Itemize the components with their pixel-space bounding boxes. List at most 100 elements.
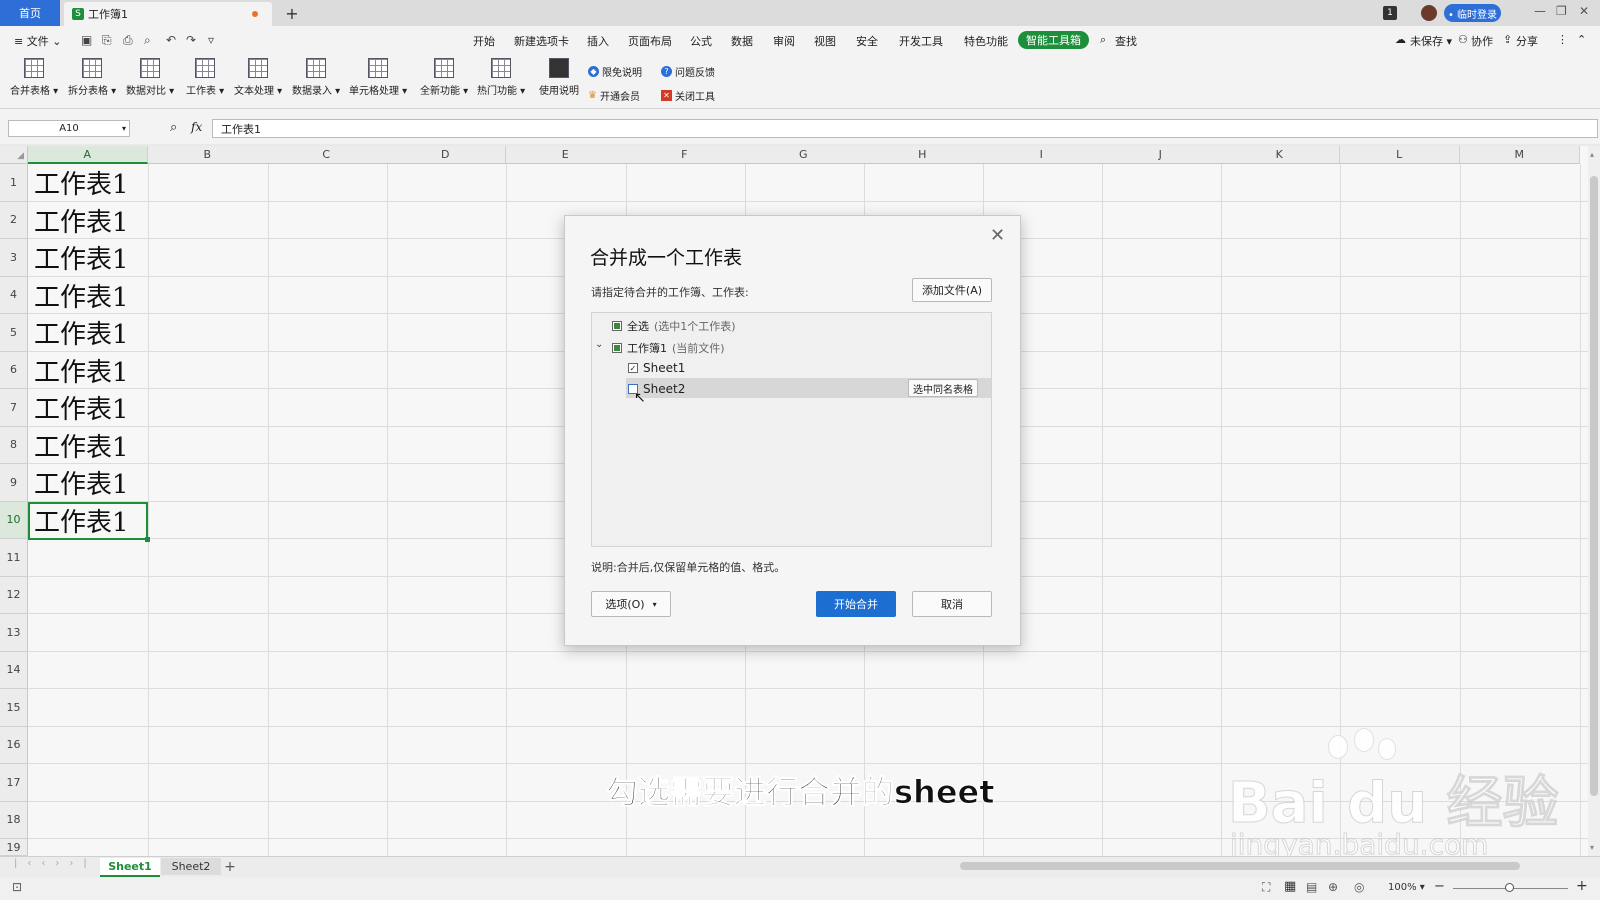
sheet-nav-arrows-icon[interactable]: |‹‹››| [14, 858, 97, 869]
column-header-d[interactable]: D [386, 146, 506, 164]
column-header-a[interactable]: A [28, 146, 148, 164]
page-break-view-icon[interactable]: ⊕ [1328, 880, 1338, 894]
dialog-close-button[interactable]: ✕ [990, 225, 1005, 246]
row-header-5[interactable]: 5 [0, 314, 28, 352]
cell-a3[interactable]: 工作表1 [34, 239, 129, 276]
column-header-e[interactable]: E [506, 146, 626, 164]
select-all-corner[interactable]: ◢ [0, 146, 28, 164]
menu-features[interactable]: 特色功能 [964, 33, 1008, 49]
scroll-down-icon[interactable]: ▾ [1590, 843, 1594, 852]
row-header-9[interactable]: 9 [0, 464, 28, 502]
select-all-checkbox[interactable] [612, 321, 622, 331]
minimize-button[interactable]: — [1534, 4, 1546, 18]
menu-formulas[interactable]: 公式 [690, 33, 712, 49]
scroll-up-icon[interactable]: ▴ [1590, 150, 1594, 159]
page-layout-view-icon[interactable]: ▤ [1306, 880, 1317, 894]
usage-guide-button[interactable]: 使用说明 [539, 58, 579, 97]
options-button[interactable]: 选项(O) ▾ [591, 591, 671, 617]
menu-new-tab[interactable]: 新建选项卡 [514, 33, 569, 49]
row-header-8[interactable]: 8 [0, 426, 28, 464]
row-header-12[interactable]: 12 [0, 576, 28, 614]
free-info-link[interactable]: ◆ 限免说明 [588, 64, 642, 79]
print-preview-icon[interactable]: ⌕ [144, 33, 151, 48]
cell-a9[interactable]: 工作表1 [34, 464, 129, 501]
row-header-13[interactable]: 13 [0, 614, 28, 652]
tree-sheet1[interactable]: ✓ Sheet1 [628, 361, 685, 375]
menu-home[interactable]: 开始 [473, 33, 495, 49]
column-header-l[interactable]: L [1340, 146, 1460, 164]
new-features-button[interactable]: 全新功能 ▾ [420, 58, 468, 97]
export-icon[interactable]: ⎘ [102, 33, 112, 48]
cell-a8[interactable]: 工作表1 [34, 427, 129, 464]
customize-chevron-icon[interactable]: ▿ [208, 33, 214, 47]
save-icon[interactable]: ▣ [81, 33, 92, 47]
row-header-4[interactable]: 4 [0, 276, 28, 314]
zoom-lookup-icon[interactable]: ⌕ [170, 120, 177, 135]
temp-login-button[interactable]: • 临时登录 [1444, 4, 1501, 22]
select-same-name-button[interactable]: 选中同名表格 [908, 379, 978, 397]
row-header-10[interactable]: 10 [0, 501, 28, 539]
close-window-button[interactable]: ✕ [1579, 4, 1589, 18]
row-header-11[interactable]: 11 [0, 539, 28, 577]
more-icon[interactable]: ⋮ [1557, 33, 1568, 46]
row-header-15[interactable]: 15 [0, 689, 28, 727]
workbook-checkbox[interactable] [612, 343, 622, 353]
search-icon[interactable]: ⌕ [1100, 33, 1106, 47]
cell-a2[interactable]: 工作表1 [34, 202, 129, 239]
macro-record-icon[interactable]: ⊡ [12, 880, 22, 894]
share-button[interactable]: 分享 [1516, 33, 1538, 49]
row-header-16[interactable]: 16 [0, 726, 28, 764]
menu-developer[interactable]: 开发工具 [899, 33, 943, 49]
print-icon[interactable]: ⎙ [123, 33, 133, 48]
window-count-badge[interactable]: 1 [1383, 6, 1397, 20]
row-header-6[interactable]: 6 [0, 351, 28, 389]
cell-a5[interactable]: 工作表1 [34, 314, 129, 351]
menu-data[interactable]: 数据 [731, 33, 753, 49]
menu-smart-toolbox[interactable]: 智能工具箱 [1018, 31, 1089, 49]
column-header-f[interactable]: F [625, 146, 745, 164]
cell-process-button[interactable]: 单元格处理 ▾ [349, 58, 407, 97]
unsaved-status[interactable]: 未保存 ▾ [1410, 33, 1452, 49]
fill-handle[interactable] [145, 537, 150, 542]
hot-features-button[interactable]: 热门功能 ▾ [477, 58, 525, 97]
avatar[interactable] [1421, 5, 1437, 21]
tree-select-all[interactable]: 全选 (选中1个工作表) [612, 318, 736, 334]
start-merge-button[interactable]: 开始合并 [816, 591, 896, 617]
column-header-g[interactable]: G [744, 146, 864, 164]
menu-review[interactable]: 审阅 [773, 33, 795, 49]
text-process-button[interactable]: 文本处理 ▾ [234, 58, 282, 97]
close-tools-link[interactable]: ✕ 关闭工具 [661, 88, 715, 103]
row-header-1[interactable]: 1 [0, 164, 28, 202]
cell-a7[interactable]: 工作表1 [34, 389, 129, 426]
zoom-out-button[interactable]: − [1434, 879, 1445, 894]
row-header-18[interactable]: 18 [0, 801, 28, 839]
name-box[interactable]: A10 ▾ [8, 120, 130, 137]
row-header-19[interactable]: 19 [0, 839, 28, 856]
add-file-button[interactable]: 添加文件(A) [912, 278, 992, 302]
eye-protect-icon[interactable]: ◎ [1354, 880, 1364, 894]
collab-button[interactable]: 协作 [1471, 33, 1493, 49]
zoom-level[interactable]: 100% ▾ [1388, 882, 1425, 893]
cell-a6[interactable]: 工作表1 [34, 352, 129, 389]
formula-input[interactable]: 工作表1 [212, 119, 1598, 138]
feedback-link[interactable]: ? 问题反馈 [661, 64, 715, 79]
worksheet-button[interactable]: 工作表 ▾ [186, 58, 224, 97]
column-header-b[interactable]: B [148, 146, 268, 164]
menu-view[interactable]: 视图 [814, 33, 836, 49]
home-tab[interactable]: 首页 [0, 0, 60, 26]
selected-cell-outline[interactable] [28, 502, 150, 542]
fx-icon[interactable]: fx [191, 120, 202, 134]
column-header-c[interactable]: C [267, 146, 387, 164]
expand-chevron-icon[interactable]: ⌄ [595, 339, 603, 350]
document-tab[interactable]: S 工作簿1 [64, 2, 272, 26]
file-menu[interactable]: ≡ 文件 ⌄ [14, 33, 61, 49]
sheet-tab-sheet2[interactable]: Sheet2 [161, 858, 221, 875]
undo-icon[interactable]: ↶ [166, 33, 176, 47]
column-header-m[interactable]: M [1460, 146, 1580, 164]
row-header-17[interactable]: 17 [0, 764, 28, 802]
collapse-ribbon-icon[interactable]: ⌃ [1577, 33, 1586, 46]
tree-workbook[interactable]: 工作簿1 (当前文件) [612, 340, 725, 356]
column-header-h[interactable]: H [863, 146, 983, 164]
zoom-in-button[interactable]: + [1576, 878, 1588, 894]
merge-tables-button[interactable]: 合并表格 ▾ [10, 58, 58, 97]
